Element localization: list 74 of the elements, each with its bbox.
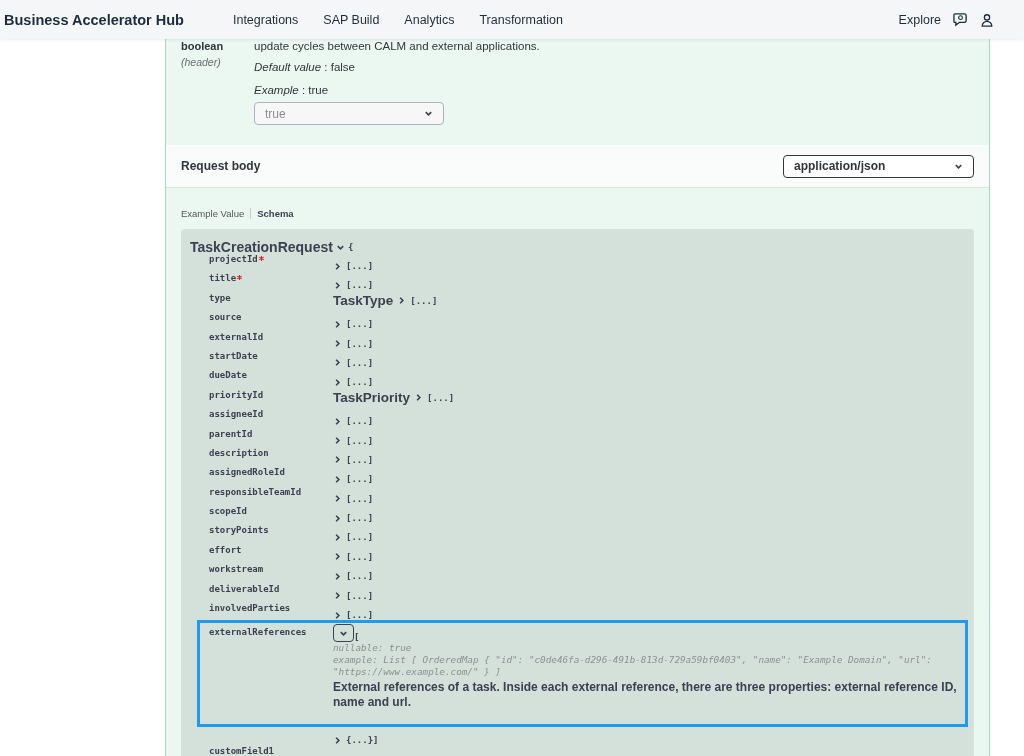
property-name: scopeId bbox=[209, 506, 248, 519]
property-name: priorityId bbox=[209, 389, 265, 402]
property-name: startDate bbox=[209, 350, 259, 363]
explore-link[interactable]: Explore bbox=[898, 12, 941, 27]
property-name: type bbox=[209, 292, 232, 305]
property-name: storyPoints bbox=[209, 525, 270, 538]
collapsed-value[interactable]: [...] bbox=[346, 513, 374, 524]
brace-text: { bbox=[347, 242, 354, 252]
property-name: customField1 bbox=[209, 746, 276, 756]
model-name[interactable]: TaskPriority bbox=[333, 390, 411, 406]
collapsed-value[interactable]: [...] bbox=[346, 435, 374, 446]
asterisk-icon bbox=[258, 256, 264, 261]
collapsed-value[interactable]: [...] bbox=[346, 551, 374, 562]
nav-link[interactable]: Transformation bbox=[479, 12, 563, 27]
property-name: title bbox=[209, 273, 333, 294]
property-name: dueDate bbox=[209, 370, 248, 383]
collapsed-value[interactable]: [...] bbox=[346, 454, 374, 465]
chevron-right-icon[interactable] bbox=[397, 296, 407, 306]
chevron-right-icon[interactable] bbox=[333, 735, 342, 745]
bracket-text: [ bbox=[354, 632, 360, 643]
parameter-type: boolean bbox=[181, 40, 225, 52]
collapsed-value[interactable]: [...] bbox=[346, 261, 374, 271]
property-name: effort bbox=[209, 544, 243, 557]
example-text: Example : true bbox=[254, 84, 330, 96]
chevron-right-icon[interactable] bbox=[333, 436, 342, 445]
asterisk-icon bbox=[237, 275, 243, 281]
chat-icon[interactable] bbox=[953, 12, 968, 27]
parameter-location: (header) bbox=[181, 56, 222, 68]
property-name: responsibleTeamId bbox=[209, 486, 303, 499]
collapsed-value[interactable]: [...] bbox=[346, 357, 374, 368]
parameter-description: update cycles between CALM and external applications. bbox=[254, 40, 540, 53]
collapse-button[interactable] bbox=[333, 624, 354, 643]
collapsed-value[interactable]: [...] bbox=[346, 377, 374, 388]
property-name: involvedParties bbox=[209, 603, 292, 616]
brand-title[interactable]: Business Accelerator Hub bbox=[4, 11, 184, 28]
collapsed-value[interactable]: [...] bbox=[346, 280, 374, 291]
collapsed-value[interactable]: [...] bbox=[346, 416, 374, 427]
user-icon[interactable] bbox=[980, 12, 994, 27]
property-name: externalReferences bbox=[209, 627, 308, 640]
property-name: projectId bbox=[209, 254, 333, 275]
property-name: deliverableId bbox=[209, 583, 281, 596]
example-text: example: List [ OrderedMap { "id": "c0de46fa-d296-491b-813d-729a59bf0403", "name": "Example Domain", "url": "https://www.example.com/" } ] bbox=[333, 654, 933, 679]
property-name: source bbox=[209, 312, 243, 325]
collapsed-value[interactable]: [...] bbox=[346, 319, 374, 330]
property-name: parentId bbox=[209, 428, 254, 441]
collapsed-value[interactable]: [...] bbox=[346, 610, 374, 621]
default-value-text: Default value : false bbox=[254, 61, 356, 73]
collapsed-value[interactable]: [...] bbox=[346, 532, 374, 543]
property-name: assigneeId bbox=[209, 409, 265, 422]
nav-link[interactable]: Integrations bbox=[232, 12, 299, 27]
property-name: description bbox=[209, 447, 270, 460]
nullable-text: nullable: true bbox=[333, 642, 413, 655]
collapsed-value[interactable]: [...] bbox=[346, 493, 374, 504]
view-tab[interactable]: Schema bbox=[251, 208, 300, 219]
model-name[interactable]: TaskType bbox=[333, 293, 394, 309]
collapsed-value[interactable]: [...] bbox=[346, 474, 374, 485]
chevron-down-icon[interactable] bbox=[424, 109, 433, 118]
collapsed-value[interactable]: [...] bbox=[346, 590, 374, 601]
collapsed-value[interactable]: [...] bbox=[427, 392, 455, 403]
collapsed-value[interactable]: [...] bbox=[410, 295, 438, 306]
nav-link[interactable]: SAP Build bbox=[323, 12, 380, 27]
property-name: workstream bbox=[209, 564, 265, 577]
nav-link[interactable]: Analytics bbox=[404, 12, 455, 27]
property-name: assignedRoleId bbox=[209, 467, 286, 480]
model-title[interactable]: TaskCreationRequest bbox=[190, 239, 333, 255]
collapsed-value[interactable]: {...}] bbox=[346, 735, 379, 746]
property-name: externalId bbox=[209, 331, 265, 344]
content-type-select[interactable]: application/json bbox=[783, 154, 974, 178]
collapsed-value[interactable]: [...] bbox=[346, 571, 374, 582]
collapsed-value[interactable]: [...] bbox=[346, 338, 374, 349]
request-body-title: Request body bbox=[181, 159, 261, 173]
property-description: External references of a task. Inside each external reference, there are three properties: external reference ID, name and url. bbox=[333, 680, 958, 711]
chevron-right-icon[interactable] bbox=[414, 393, 424, 403]
view-tab[interactable]: Example Value bbox=[181, 208, 252, 219]
